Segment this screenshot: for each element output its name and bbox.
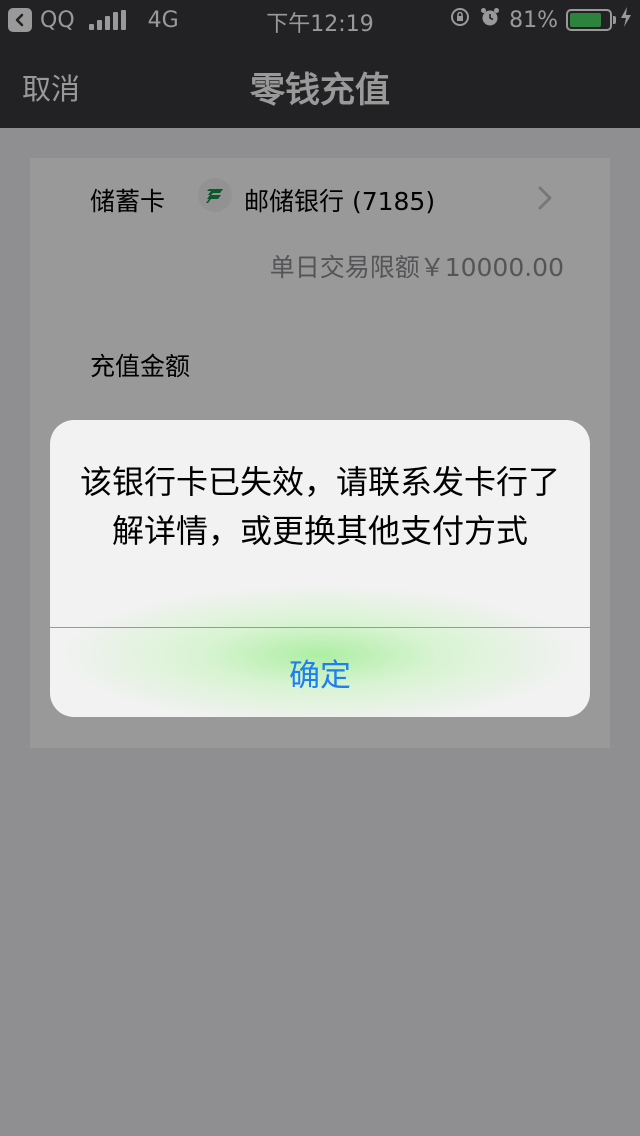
alert-message: 该银行卡已失效，请联系发卡行了解详情，或更换其他支付方式 <box>80 463 561 550</box>
alert-dialog: 该银行卡已失效，请联系发卡行了解详情，或更换其他支付方式 确定 <box>50 420 590 717</box>
confirm-button[interactable]: 确定 <box>50 628 590 717</box>
